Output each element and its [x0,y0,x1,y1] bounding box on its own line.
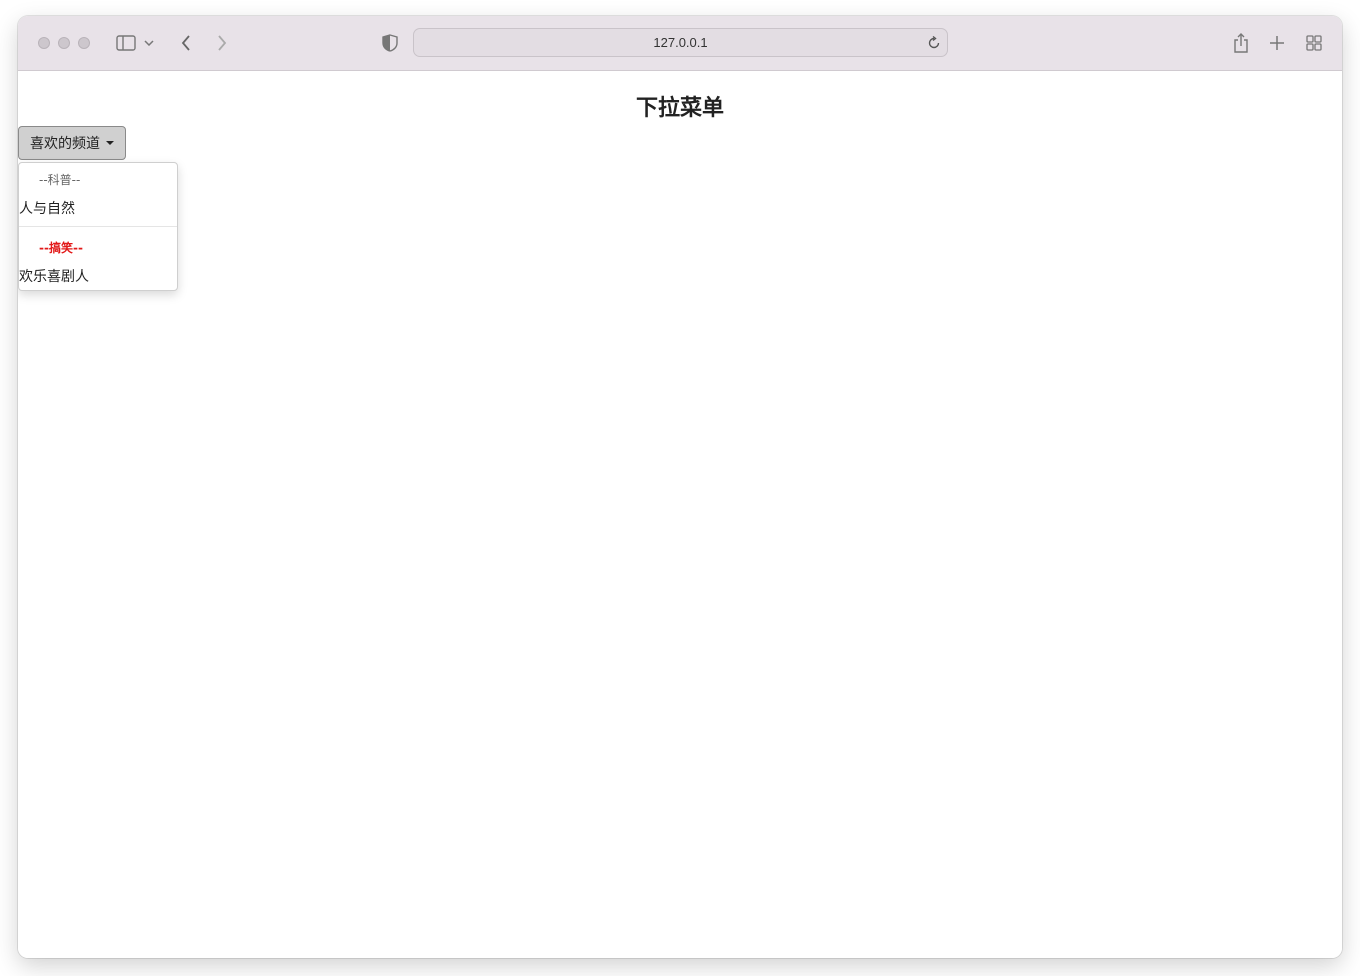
reload-icon[interactable] [927,35,943,51]
close-window-button[interactable] [38,37,50,49]
browser-window: 127.0.0.1 下拉菜单 喜欢的频道 --科普-- 人与自然 --搞笑-- … [18,16,1342,958]
chevron-down-icon[interactable] [142,31,156,55]
new-tab-icon[interactable] [1265,31,1289,55]
dropdown-label: 喜欢的频道 [30,136,100,152]
menu-group-header-comedy: --搞笑-- [39,241,83,255]
tab-overview-icon[interactable] [1302,31,1326,55]
caret-down-icon [106,141,114,145]
channel-dropdown-button[interactable]: 喜欢的频道 [18,126,126,160]
menu-divider [19,226,177,227]
page-title: 下拉菜单 [635,96,724,121]
forward-icon[interactable] [210,31,234,55]
zoom-window-button[interactable] [78,37,90,49]
url-text[interactable]: 127.0.0.1 [414,35,947,50]
dropdown-menu: --科普-- 人与自然 --搞笑-- 欢乐喜剧人 [18,162,178,291]
minimize-window-button[interactable] [58,37,70,49]
sidebar-icon[interactable] [114,31,138,55]
share-icon[interactable] [1229,31,1253,55]
back-icon[interactable] [174,31,198,55]
address-bar[interactable]: 127.0.0.1 [413,28,948,57]
menu-item-nature[interactable]: 人与自然 [19,198,75,218]
menu-group-header-science: --科普-- [39,173,81,187]
page-content: 下拉菜单 喜欢的频道 --科普-- 人与自然 --搞笑-- 欢乐喜剧人 [18,72,1342,958]
browser-toolbar: 127.0.0.1 [18,16,1342,71]
shield-icon[interactable] [378,31,402,55]
menu-item-comedy-show[interactable]: 欢乐喜剧人 [19,266,89,286]
